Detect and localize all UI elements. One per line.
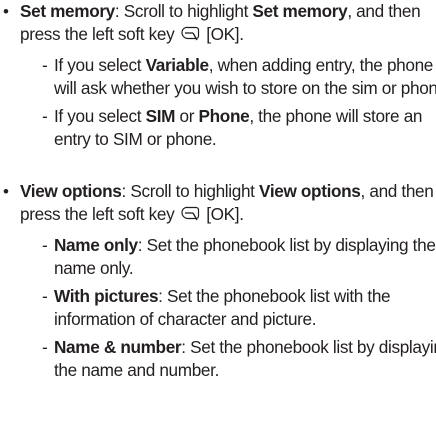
list-item: - Name & number: Set the phonebook list b… (42, 337, 436, 380)
left-soft-key-icon (180, 25, 200, 49)
sub-list: - If you select Variable, when adding ent… (20, 54, 436, 151)
manual-page: • Set memory: Scroll to highlight Set me… (0, 0, 436, 427)
bullet-title: Set memory (20, 1, 115, 21)
bullet-intro: View options: Scroll to highlight View o… (20, 180, 436, 229)
bullet-view-options: • View options: Scroll to highlight View… (0, 180, 436, 387)
sub-list: - Name only: Set the phonebook list by di… (20, 234, 436, 382)
left-soft-key-icon (180, 205, 200, 229)
list-item: - Name only: Set the phonebook list by di… (42, 235, 436, 278)
list-item: - With pictures: Set the phonebook list w… (42, 286, 391, 329)
bullet-title: View options (20, 181, 122, 201)
bullet-set-memory: • Set memory: Scroll to highlight Set me… (0, 0, 436, 156)
list-item: - If you select SIM or Phone, the phone w… (42, 106, 423, 149)
bullet-dot: • (3, 182, 9, 201)
bullet-intro: Set memory: Scroll to highlight Set memo… (20, 0, 436, 49)
bullet-dot: • (3, 2, 9, 21)
list-item: - If you select Variable, when adding ent… (42, 55, 436, 98)
